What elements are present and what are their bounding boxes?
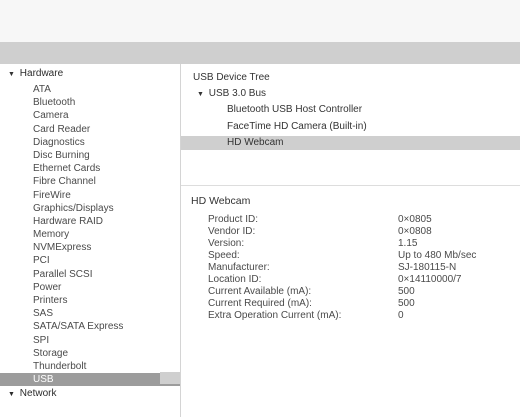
sidebar-item-card-reader[interactable]: Card Reader	[0, 123, 180, 136]
sidebar-item-printers[interactable]: Printers	[0, 294, 180, 307]
sidebar: ▼ Hardware ATA Bluetooth Camera Card Rea…	[0, 64, 181, 417]
sidebar-item-power[interactable]: Power	[0, 281, 180, 294]
property-key: Vendor ID:	[208, 226, 256, 237]
sidebar-item-pci[interactable]: PCI	[0, 254, 180, 267]
property-value: 0×14110000/7	[398, 274, 462, 285]
tree-row-label: USB 3.0 Bus	[208, 88, 267, 99]
sidebar-item-hardware-raid[interactable]: Hardware RAID	[0, 215, 180, 228]
property-value: 0	[398, 310, 404, 321]
property-key: Current Required (mA):	[208, 298, 312, 309]
property-key: Version:	[208, 238, 245, 249]
sidebar-item-fibre-channel[interactable]: Fibre Channel	[0, 175, 180, 188]
sidebar-item-nvmexpress[interactable]: NVMExpress	[0, 241, 180, 254]
property-key: Speed:	[208, 250, 240, 261]
sidebar-hardware-list: ATA Bluetooth Camera Card Reader Diagnos…	[0, 83, 180, 387]
sidebar-item-firewire[interactable]: FireWire	[0, 189, 180, 202]
property-value: 500	[398, 286, 415, 297]
property-key: Extra Operation Current (mA):	[208, 310, 342, 321]
sidebar-item-ata[interactable]: ATA	[0, 83, 180, 96]
property-value: SJ-180115-N	[398, 262, 457, 273]
property-key: Manufacturer:	[208, 262, 270, 273]
sidebar-item-parallel-scsi[interactable]: Parallel SCSI	[0, 268, 180, 281]
sidebar-item-thunderbolt[interactable]: Thunderbolt	[0, 360, 180, 373]
sidebar-group-network[interactable]: ▼ Network	[8, 388, 56, 399]
sidebar-item-usb[interactable]: USB	[0, 373, 180, 387]
disclosure-triangle-icon[interactable]: ▼	[197, 88, 206, 102]
tree-row-usb-bus[interactable]: ▼ USB 3.0 Bus	[181, 87, 520, 101]
property-value: 0×0808	[398, 226, 432, 237]
disclosure-triangle-icon[interactable]: ▼	[8, 71, 17, 78]
property-row: Location ID: 0×14110000/7	[181, 274, 520, 286]
content-pane: USB Device Tree ▼ USB 3.0 Bus Bluetooth …	[181, 64, 520, 417]
sidebar-group-label: Network	[19, 388, 57, 399]
property-value: 500	[398, 298, 415, 309]
tree-row-hd-webcam[interactable]: HD Webcam	[181, 136, 520, 150]
sidebar-group-label: Hardware	[19, 68, 64, 79]
pane-divider[interactable]	[181, 185, 520, 186]
sidebar-item-camera[interactable]: Camera	[0, 109, 180, 122]
sidebar-item-storage[interactable]: Storage	[0, 347, 180, 360]
tree-row-bluetooth-controller[interactable]: Bluetooth USB Host Controller	[181, 103, 520, 117]
sidebar-item-ethernet-cards[interactable]: Ethernet Cards	[0, 162, 180, 175]
detail-title: HD Webcam	[191, 195, 251, 207]
sidebar-item-disc-burning[interactable]: Disc Burning	[0, 149, 180, 162]
sidebar-item-sata[interactable]: SATA/SATA Express	[0, 320, 180, 333]
property-key: Product ID:	[208, 214, 259, 225]
title-bar	[0, 0, 520, 42]
sidebar-group-hardware[interactable]: ▼ Hardware	[8, 68, 63, 79]
toolbar	[0, 42, 520, 65]
property-row: Version: 1.15	[181, 238, 520, 250]
property-key: Location ID:	[208, 274, 262, 285]
device-tree-title: USB Device Tree	[193, 72, 270, 83]
sidebar-scrollbar[interactable]	[160, 372, 180, 384]
property-row: Product ID: 0×0805	[181, 214, 520, 226]
sidebar-item-bluetooth[interactable]: Bluetooth	[0, 96, 180, 109]
disclosure-triangle-icon[interactable]: ▼	[8, 391, 17, 398]
sidebar-item-graphics-displays[interactable]: Graphics/Displays	[0, 202, 180, 215]
property-value: 0×0805	[398, 214, 432, 225]
property-row: Manufacturer: SJ-180115-N	[181, 262, 520, 274]
sidebar-item-diagnostics[interactable]: Diagnostics	[0, 136, 180, 149]
sidebar-item-sas[interactable]: SAS	[0, 307, 180, 320]
property-row: Current Required (mA): 500	[181, 298, 520, 310]
property-value: Up to 480 Mb/sec	[398, 250, 477, 261]
system-information-window: ▼ Hardware ATA Bluetooth Camera Card Rea…	[0, 0, 520, 417]
property-row: Extra Operation Current (mA): 0	[181, 310, 520, 322]
property-row: Speed: Up to 480 Mb/sec	[181, 250, 520, 262]
property-value: 1.15	[398, 238, 418, 249]
tree-row-facetime-camera[interactable]: FaceTime HD Camera (Built-in)	[181, 120, 520, 134]
property-row: Vendor ID: 0×0808	[181, 226, 520, 238]
sidebar-item-memory[interactable]: Memory	[0, 228, 180, 241]
property-key: Current Available (mA):	[208, 286, 312, 297]
sidebar-item-spi[interactable]: SPI	[0, 334, 180, 347]
property-row: Current Available (mA): 500	[181, 286, 520, 298]
